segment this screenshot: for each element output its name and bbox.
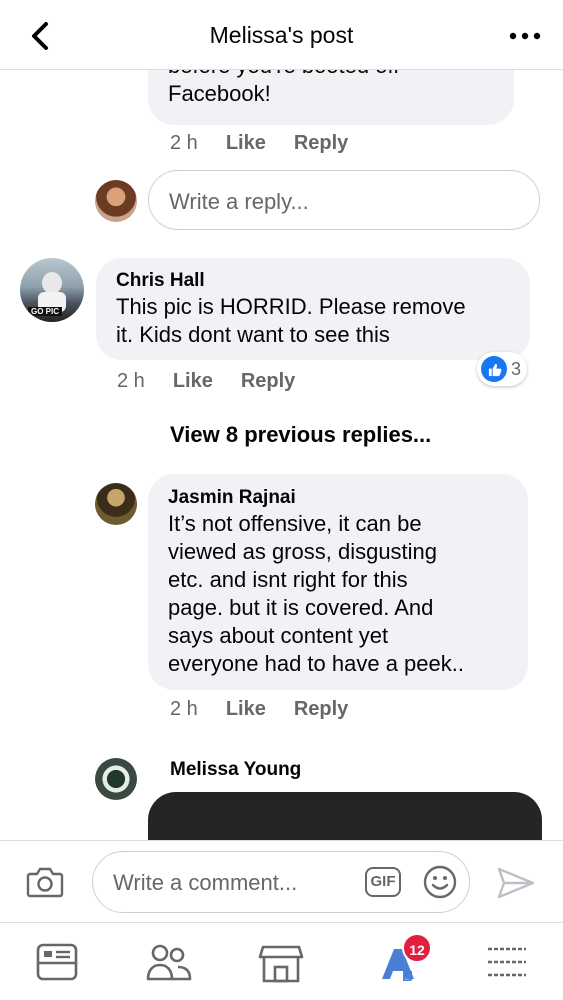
- avatar[interactable]: [95, 758, 137, 800]
- comment-input[interactable]: Write a comment... GIF: [92, 851, 470, 913]
- reply-input-placeholder: Write a reply...: [169, 189, 309, 214]
- comment-timestamp: 2 h: [170, 132, 198, 154]
- menu-icon[interactable]: [484, 939, 530, 985]
- like-button[interactable]: Like: [173, 370, 213, 393]
- comment-actions: 2 h Like Reply: [170, 698, 348, 721]
- comment-author[interactable]: Chris Hall: [116, 269, 510, 293]
- page-title: Melissa's post: [209, 22, 354, 48]
- comment-author[interactable]: Jasmin Rajnai: [168, 486, 508, 510]
- reaction-count: 3: [511, 358, 522, 379]
- comments-feed[interactable]: before you're booted off Facebook! 2 h L…: [0, 70, 563, 840]
- send-icon[interactable]: [496, 865, 536, 901]
- comment-actions: 2 h Like Reply: [117, 370, 295, 393]
- comment-actions: 2 h Like Reply: [170, 132, 348, 155]
- comment-bubble: Jasmin Rajnai It’s not offensive, it can…: [148, 474, 528, 690]
- top-nav-bar: Melissa's post: [0, 0, 563, 70]
- comment-text-clipped: before you're booted off: [168, 70, 494, 80]
- comment-text-line: says about content yet: [168, 623, 389, 648]
- marketplace-icon[interactable]: [258, 939, 304, 985]
- comment-author[interactable]: Melissa Young: [170, 759, 301, 781]
- image-attachment[interactable]: [148, 792, 542, 840]
- avatar[interactable]: [95, 483, 137, 525]
- avatar-figure: [42, 272, 62, 294]
- camera-icon[interactable]: [26, 865, 64, 899]
- reply-button[interactable]: Reply: [241, 370, 295, 393]
- like-button[interactable]: Like: [226, 698, 266, 721]
- comment-text: Facebook!: [168, 81, 271, 106]
- comment-text-line: viewed as gross, disgusting: [168, 539, 438, 564]
- comment-text-line: everyone had to have a peek..: [168, 651, 464, 676]
- comment-bubble: Chris Hall This pic is HORRID. Please re…: [96, 258, 530, 360]
- emoji-icon[interactable]: [423, 865, 457, 899]
- comment-text-line: it. Kids dont want to see this: [116, 322, 390, 347]
- comment-composer: Write a comment... GIF: [0, 840, 563, 922]
- view-previous-replies-link[interactable]: View 8 previous replies...: [170, 422, 431, 448]
- notification-count-badge: 12: [402, 933, 432, 963]
- avatar[interactable]: [95, 180, 137, 222]
- reply-button[interactable]: Reply: [294, 698, 348, 721]
- like-button[interactable]: Like: [226, 132, 266, 155]
- comment-timestamp: 2 h: [117, 370, 145, 392]
- gif-button[interactable]: GIF: [365, 867, 401, 897]
- news-feed-icon[interactable]: [34, 939, 80, 985]
- svg-text:B: B: [402, 968, 414, 985]
- like-reaction-icon: [481, 356, 507, 382]
- comment-text-line: page. but it is covered. And: [168, 595, 434, 620]
- bottom-tab-bar: B 12: [0, 922, 563, 1000]
- avatar-caption: GO PIC: [28, 307, 63, 316]
- comment-bubble: before you're booted off Facebook!: [148, 70, 514, 125]
- avatar[interactable]: GO PIC: [20, 258, 84, 322]
- groups-icon[interactable]: [146, 939, 192, 985]
- reaction-count-badge[interactable]: 3: [477, 352, 528, 386]
- reply-button[interactable]: Reply: [294, 132, 348, 155]
- comment-timestamp: 2 h: [170, 698, 198, 720]
- comment-text-line: etc. and isnt right for this: [168, 567, 408, 592]
- comment-text-line: This pic is HORRID. Please remove: [116, 294, 466, 319]
- comment-text-line: It’s not offensive, it can be: [168, 511, 422, 536]
- comment-input-placeholder: Write a comment...: [113, 870, 298, 895]
- reply-input[interactable]: Write a reply...: [148, 170, 540, 230]
- more-options-icon[interactable]: [507, 24, 543, 48]
